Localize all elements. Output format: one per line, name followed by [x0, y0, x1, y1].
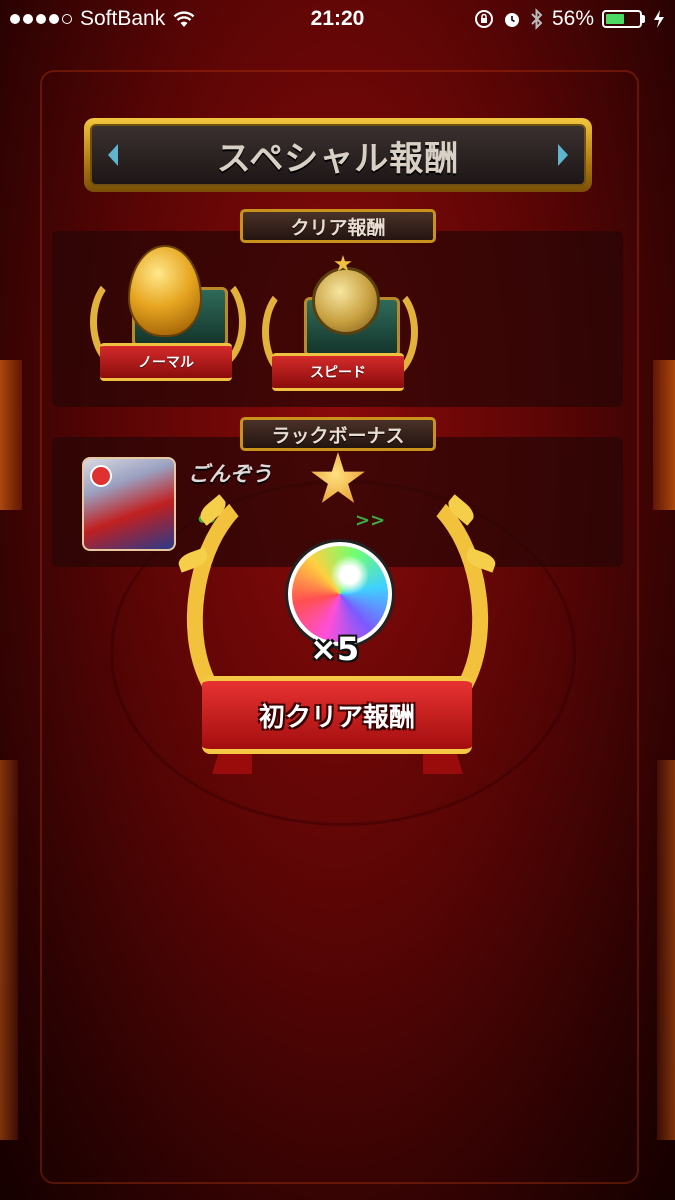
bluetooth-icon: [531, 8, 543, 30]
golden-egg-icon: [128, 245, 202, 337]
arrow-right-icon: [558, 144, 568, 166]
first-clear-award[interactable]: ×5 初クリア報酬: [170, 452, 505, 782]
reward-label-speed: スピード: [272, 353, 404, 391]
clear-reward-header: クリア報酬: [240, 209, 436, 243]
status-right: 56%: [474, 7, 665, 31]
alarm-icon: [504, 13, 519, 27]
game-screen: SoftBank 21:20 56% スペシャル報酬 クリア報酬 ノーマル スピ…: [0, 0, 675, 1200]
gold-coin-icon: [312, 267, 380, 335]
battery-fill: [606, 14, 624, 24]
star-icon: [311, 452, 365, 503]
side-glow-left-lower: [0, 760, 18, 1140]
status-bar: SoftBank 21:20 56%: [0, 0, 675, 38]
reward-normal[interactable]: ノーマル: [90, 245, 246, 405]
side-glow-left: [0, 360, 22, 510]
charging-icon: [654, 10, 664, 28]
title-banner: スペシャル報酬: [84, 118, 592, 192]
side-glow-right-lower: [657, 760, 675, 1140]
luck-bonus-header: ラックボーナス: [240, 417, 436, 451]
battery-percent: 56%: [551, 7, 594, 30]
battery-icon: [602, 10, 645, 28]
reward-speed[interactable]: スピード: [262, 255, 418, 415]
reward-count: ×5: [310, 630, 360, 668]
first-clear-label: 初クリア報酬: [202, 676, 472, 754]
orientation-lock-icon: [474, 10, 493, 28]
arrow-left-icon: [108, 144, 118, 166]
element-badge-icon: [90, 465, 112, 487]
page-title: スペシャル報酬: [216, 138, 460, 179]
avatar[interactable]: [82, 457, 176, 551]
reward-label-normal: ノーマル: [100, 343, 232, 381]
side-glow-right: [653, 360, 675, 510]
